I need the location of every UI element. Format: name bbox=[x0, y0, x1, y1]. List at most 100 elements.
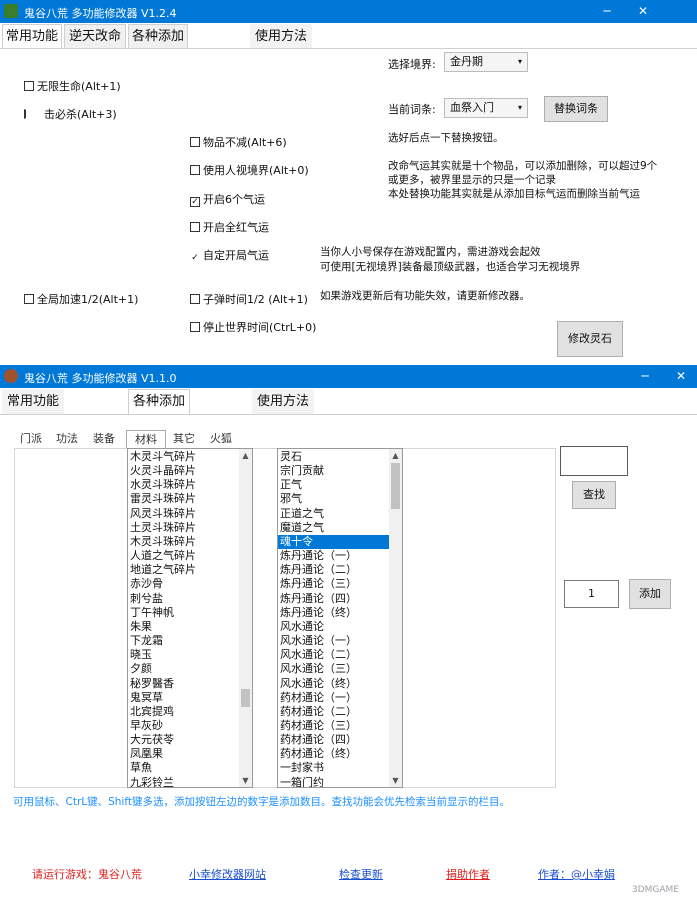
list-item[interactable]: 正道之气 bbox=[278, 507, 402, 521]
list-item[interactable]: 魔道之气 bbox=[278, 521, 402, 535]
infinite-life-checkbox[interactable]: 无限生命(Alt+1) bbox=[24, 80, 121, 94]
list-item[interactable]: 炼丹通论（二） bbox=[278, 563, 402, 577]
scroll-down-icon[interactable]: ▼ bbox=[239, 774, 252, 787]
search-input[interactable] bbox=[560, 446, 628, 476]
material-list-left[interactable]: 木灵斗气碎片 火灵斗晶碎片 水灵斗珠碎片 雷灵斗珠碎片 风灵斗珠碎片 土灵斗珠碎片 木灵斗珠… bbox=[127, 448, 253, 788]
tab-add[interactable]: 各种添加 bbox=[128, 24, 188, 49]
list-item[interactable]: 地道之气碎片 bbox=[128, 563, 252, 577]
subtab-skill[interactable]: 功法 bbox=[50, 430, 84, 448]
list-item[interactable]: 朱果 bbox=[128, 620, 252, 634]
list-item[interactable]: 风水通论（二） bbox=[278, 648, 402, 662]
minimize-icon[interactable]: ─ bbox=[592, 0, 622, 23]
realm-select[interactable]: 金丹期 ▾ bbox=[444, 52, 528, 72]
tab-usage[interactable]: 使用方法 bbox=[250, 24, 312, 49]
stop-world-time-checkbox[interactable]: 停止世界时间(CtrL+0) bbox=[190, 321, 316, 335]
list-item[interactable]: 晓玉 bbox=[128, 648, 252, 662]
scroll-up-icon[interactable]: ▲ bbox=[389, 449, 402, 462]
donate-link[interactable]: 捐助作者 bbox=[446, 866, 490, 882]
list-item[interactable]: 赤沙骨 bbox=[128, 577, 252, 591]
scrollbar[interactable]: ▲ ▼ bbox=[239, 449, 252, 787]
tab-divider bbox=[0, 414, 697, 415]
items-no-decrease-checkbox[interactable]: 物品不减(Alt+6) bbox=[190, 136, 287, 150]
check-update-link[interactable]: 检查更新 bbox=[339, 866, 383, 882]
quantity-input[interactable]: 1 bbox=[564, 580, 619, 608]
list-item[interactable]: 九彩铃兰 bbox=[128, 776, 252, 787]
list-item[interactable]: 宗门贡献 bbox=[278, 464, 402, 478]
scrollbar[interactable]: ▲ ▼ bbox=[389, 449, 402, 787]
list-item[interactable]: 夕颜 bbox=[128, 662, 252, 676]
list-item[interactable]: 北宾提鸡 bbox=[128, 705, 252, 719]
scroll-down-icon[interactable]: ▼ bbox=[389, 774, 402, 787]
list-item[interactable]: 草魚 bbox=[128, 761, 252, 775]
list-item[interactable]: 早灰砂 bbox=[128, 719, 252, 733]
list-item[interactable]: 凤凰果 bbox=[128, 747, 252, 761]
add-button[interactable]: 添加 bbox=[629, 579, 671, 609]
subtab-material[interactable]: 材料 bbox=[126, 430, 166, 448]
entry-select[interactable]: 血祭入门 ▾ bbox=[444, 98, 528, 118]
custom-start-fortune-checkbox[interactable]: ✓ 自定开局气运 bbox=[190, 249, 269, 263]
list-item[interactable]: 大元茯苓 bbox=[128, 733, 252, 747]
list-item[interactable]: 灵石 bbox=[278, 450, 402, 464]
list-item[interactable]: 丁午神帆 bbox=[128, 606, 252, 620]
bullet-time-checkbox[interactable]: 子弹时间1/2 (Alt+1) bbox=[190, 293, 308, 307]
tab-common[interactable]: 常用功能 bbox=[2, 389, 64, 414]
list-item[interactable]: 炼丹通论（终） bbox=[278, 606, 402, 620]
list-item[interactable]: 邪气 bbox=[278, 492, 402, 506]
modify-spirit-stone-button[interactable]: 修改灵石 bbox=[557, 321, 623, 357]
tab-add[interactable]: 各种添加 bbox=[128, 389, 190, 414]
list-item[interactable]: 木灵斗珠碎片 bbox=[128, 535, 252, 549]
replace-entry-button[interactable]: 替换词条 bbox=[544, 96, 608, 122]
tab-fate[interactable]: 逆天改命 bbox=[64, 24, 126, 49]
list-item[interactable]: 火灵斗晶碎片 bbox=[128, 464, 252, 478]
list-item[interactable]: 木灵斗气碎片 bbox=[128, 450, 252, 464]
list-item[interactable]: 正气 bbox=[278, 478, 402, 492]
list-item[interactable]: 风水通论（三） bbox=[278, 662, 402, 676]
author-link[interactable]: 作者：@小幸娟 bbox=[538, 866, 615, 882]
scroll-thumb[interactable] bbox=[391, 463, 400, 509]
list-item[interactable]: 风水通论（终） bbox=[278, 677, 402, 691]
window-title: 鬼谷八荒 多功能修改器 V1.1.0 bbox=[24, 372, 177, 385]
tab-usage[interactable]: 使用方法 bbox=[252, 389, 314, 414]
one-hit-kill-checkbox[interactable]: 击必杀(Alt+3) bbox=[24, 108, 117, 122]
material-list-right[interactable]: 灵石 宗门贡献 正气 邪气 正道之气 魔道之气 魂十令 炼丹通论（一） 炼丹通论（二） 炼丹通论（… bbox=[277, 448, 403, 788]
list-item[interactable]: 炼丹通论（三） bbox=[278, 577, 402, 591]
list-item[interactable]: 药材通论（四） bbox=[278, 733, 402, 747]
list-item[interactable]: 风水通论 bbox=[278, 620, 402, 634]
search-button[interactable]: 查找 bbox=[572, 481, 616, 509]
scroll-up-icon[interactable]: ▲ bbox=[239, 449, 252, 462]
all-red-fortunes-checkbox[interactable]: 开启全红气运 bbox=[190, 221, 269, 235]
list-item[interactable]: 秘罗醫香 bbox=[128, 677, 252, 691]
list-item[interactable]: 炼丹通论（一） bbox=[278, 549, 402, 563]
ignore-realm-checkbox[interactable]: 使用人视境界(Alt+0) bbox=[190, 164, 309, 178]
list-item[interactable]: 风灵斗珠碎片 bbox=[128, 507, 252, 521]
subtab-fire-fox[interactable]: 火狐 bbox=[204, 430, 238, 448]
global-speed-checkbox[interactable]: 全局加速1/2(Alt+1) bbox=[24, 293, 138, 307]
subtab-equipment[interactable]: 装备 bbox=[86, 430, 122, 448]
list-item[interactable]: 一箱门约 bbox=[278, 776, 402, 787]
list-item[interactable]: 雷灵斗珠碎片 bbox=[128, 492, 252, 506]
subtab-other[interactable]: 其它 bbox=[168, 430, 200, 448]
checkbox-label: 全局加速1/2(Alt+1) bbox=[37, 293, 139, 306]
list-item[interactable]: 土灵斗珠碎片 bbox=[128, 521, 252, 535]
list-item[interactable]: 一封家书 bbox=[278, 761, 402, 775]
list-item[interactable]: 鬼冥草 bbox=[128, 691, 252, 705]
list-item[interactable]: 魂十令 bbox=[278, 534, 402, 550]
close-icon[interactable]: ✕ bbox=[666, 365, 696, 388]
list-item[interactable]: 药材通论（二） bbox=[278, 705, 402, 719]
subtab-sect[interactable]: 门派 bbox=[14, 430, 48, 448]
close-icon[interactable]: ✕ bbox=[628, 0, 658, 23]
list-item[interactable]: 风水通论（一） bbox=[278, 634, 402, 648]
list-item[interactable]: 炼丹通论（四） bbox=[278, 592, 402, 606]
website-link[interactable]: 小幸修改器网站 bbox=[189, 866, 266, 882]
list-item[interactable]: 药材通论（三） bbox=[278, 719, 402, 733]
list-item[interactable]: 人道之气碎片 bbox=[128, 549, 252, 563]
six-fortunes-checkbox[interactable]: ✓ 开启6个气运 bbox=[190, 193, 265, 207]
scroll-thumb[interactable] bbox=[241, 689, 250, 707]
tab-common[interactable]: 常用功能 bbox=[2, 24, 62, 49]
list-item[interactable]: 水灵斗珠碎片 bbox=[128, 478, 252, 492]
list-item[interactable]: 药材通论（终） bbox=[278, 747, 402, 761]
list-item[interactable]: 药材通论（一） bbox=[278, 691, 402, 705]
list-item[interactable]: 下龙霜 bbox=[128, 634, 252, 648]
minimize-icon[interactable]: ─ bbox=[630, 365, 660, 388]
list-item[interactable]: 刺兮盐 bbox=[128, 592, 252, 606]
